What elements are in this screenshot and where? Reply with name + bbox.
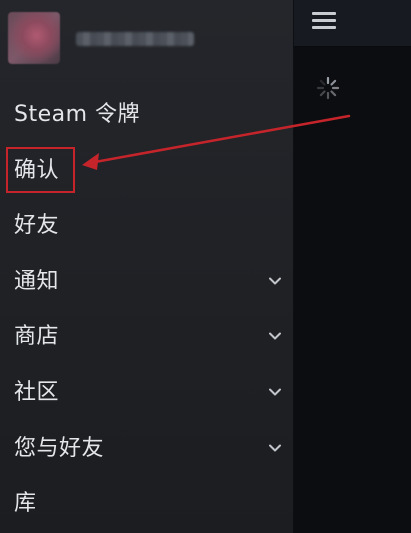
menu-item-label: 商店 (14, 324, 60, 350)
menu-item-label: 库 (14, 491, 37, 517)
menu-item-community[interactable]: 社区 (0, 366, 293, 422)
menu-item-label: 社区 (14, 379, 60, 405)
profile-header[interactable] (8, 10, 278, 66)
menu-item-label: 您与好友 (14, 435, 105, 461)
username-obscured[interactable] (76, 32, 194, 46)
chevron-down-icon (269, 388, 281, 396)
menu-item-label: 确认 (14, 157, 60, 183)
menu-item-friends[interactable]: 好友 (0, 199, 293, 255)
hamburger-icon[interactable] (312, 12, 336, 32)
menu-item-label: 好友 (14, 213, 60, 239)
chevron-down-icon (269, 332, 281, 340)
menu-item-confirmations[interactable]: 确认 (0, 144, 293, 200)
nav-menu: Steam 令牌 确认 好友 通知 商店 社区 您与好友 库 (0, 88, 293, 533)
menu-item-label: Steam 令牌 (14, 102, 141, 127)
main-content-area (294, 0, 411, 533)
menu-item-notifications[interactable]: 通知 (0, 255, 293, 311)
steam-mobile-screen: Steam 令牌 确认 好友 通知 商店 社区 您与好友 库 (0, 0, 411, 533)
menu-item-store[interactable]: 商店 (0, 310, 293, 366)
menu-item-you-and-friends[interactable]: 您与好友 (0, 422, 293, 478)
loading-spinner-icon (316, 76, 340, 100)
menu-item-label: 通知 (14, 268, 60, 294)
top-bar (294, 0, 411, 47)
chevron-down-icon (269, 444, 281, 452)
menu-item-steam-guard[interactable]: Steam 令牌 (0, 88, 293, 144)
navigation-drawer: Steam 令牌 确认 好友 通知 商店 社区 您与好友 库 (0, 0, 294, 533)
chevron-down-icon (269, 277, 281, 285)
avatar[interactable] (8, 12, 60, 64)
menu-item-library[interactable]: 库 (0, 477, 293, 533)
